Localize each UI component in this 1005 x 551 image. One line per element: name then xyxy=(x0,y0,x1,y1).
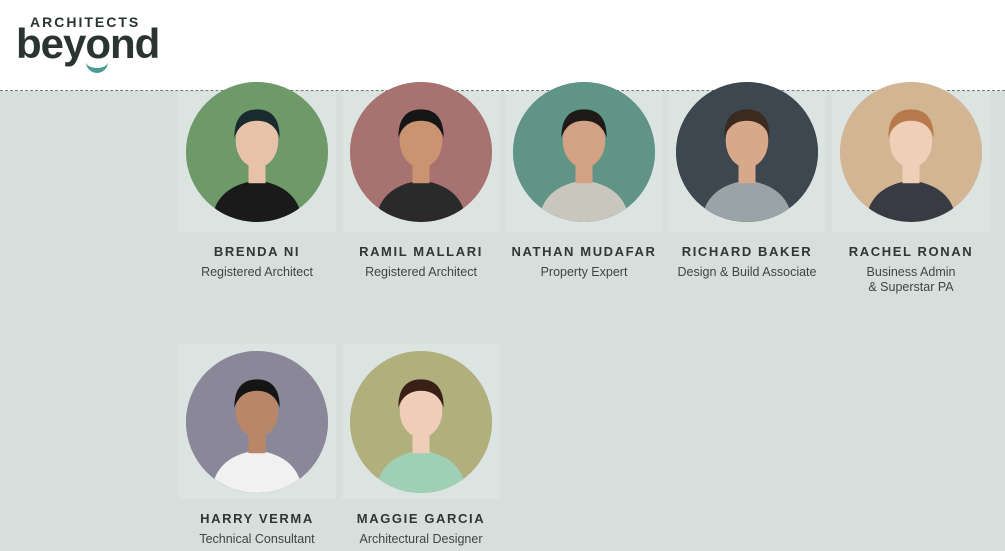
team-card[interactable]: RAMIL MALLARI Registered Architect xyxy=(342,82,500,280)
team-card[interactable]: NATHAN MUDAFAR Property Expert xyxy=(505,82,663,280)
member-name: BRENDA NI xyxy=(213,244,301,259)
portrait-icon xyxy=(186,351,328,493)
member-name: RACHEL RONAN xyxy=(848,244,974,259)
photo-frame xyxy=(178,344,336,499)
member-role: Registered Architect xyxy=(201,265,313,279)
member-name: RAMIL MALLARI xyxy=(359,244,483,259)
logo-swoosh-icon xyxy=(86,58,108,73)
member-name: RICHARD BAKER xyxy=(681,244,813,259)
architects-beyond-logo[interactable]: ARCHITECTS beyond xyxy=(16,14,181,73)
portrait-icon xyxy=(840,82,982,222)
team-card[interactable]: RICHARD BAKER Design & Build Associate xyxy=(668,82,826,280)
avatar xyxy=(350,82,492,222)
avatar xyxy=(350,351,492,493)
site-header: ARCHITECTS beyond xyxy=(0,0,1005,91)
photo-frame xyxy=(342,344,500,499)
member-role: Design & Build Associate xyxy=(677,265,817,279)
avatar xyxy=(840,82,982,222)
avatar xyxy=(676,82,818,222)
portrait-icon xyxy=(350,351,492,493)
team-card[interactable]: MAGGIE GARCIA Architectural Designer xyxy=(342,344,500,547)
avatar xyxy=(186,82,328,222)
photo-frame xyxy=(832,82,990,232)
team-card[interactable]: HARRY VERMA Technical Consultant xyxy=(178,344,336,547)
member-role: Registered Architect xyxy=(365,265,477,279)
team-card[interactable]: RACHEL RONAN Business Admin & Superstar P… xyxy=(832,82,990,295)
member-role: Property Expert xyxy=(540,265,628,279)
photo-frame xyxy=(342,82,500,232)
member-role: Technical Consultant xyxy=(199,532,315,546)
member-role: Architectural Designer xyxy=(359,532,483,546)
team-card[interactable]: BRENDA NI Registered Architect xyxy=(178,82,336,280)
photo-frame xyxy=(178,82,336,232)
portrait-icon xyxy=(513,82,655,222)
member-name: HARRY VERMA xyxy=(200,511,314,526)
member-role: Business Admin & Superstar PA xyxy=(866,265,956,294)
portrait-icon xyxy=(186,82,328,222)
avatar xyxy=(513,82,655,222)
portrait-icon xyxy=(350,82,492,222)
photo-frame xyxy=(505,82,663,232)
member-name: MAGGIE GARCIA xyxy=(356,511,486,526)
avatar xyxy=(186,351,328,493)
member-name: NATHAN MUDAFAR xyxy=(511,244,657,259)
photo-frame xyxy=(668,82,826,232)
portrait-icon xyxy=(676,82,818,222)
